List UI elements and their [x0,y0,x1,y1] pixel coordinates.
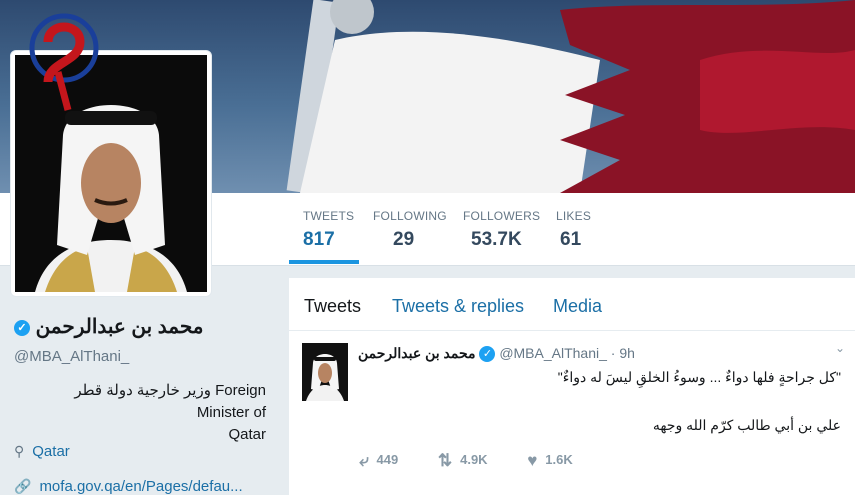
link-icon: 🔗 [14,478,32,494]
active-tab-indicator [289,260,359,264]
stat-value: 29 [393,229,415,250]
stat-tweets[interactable]: TWEETS 817 [303,209,354,251]
reply-count: 449 [376,452,399,467]
profile-website-link[interactable]: 🔗 mofa.gov.qa/en/Pages/defau... [14,478,243,495]
tweet-text-line: "كل جراحةٍ فلها دواءٌ ... وسوءُ الخلقِ ل… [557,369,841,385]
tweet-timestamp[interactable]: 9h [619,345,635,361]
tweet-avatar[interactable] [302,343,348,401]
stat-following[interactable]: FOLLOWING 29 [373,209,447,251]
tweet-author-handle[interactable]: @MBA_AlThani_ [499,345,607,361]
profile-bio: وزير خارجية دولة قطر Foreign Minister of… [44,380,266,446]
tab-media[interactable]: Media [553,296,602,317]
tweet-actions: ⤶ 449 ⇅ 4.9K ♥ 1.6K [359,451,609,471]
profile-location[interactable]: ⚲ Qatar [14,443,70,460]
tweet-separator: · [610,345,616,361]
reply-icon: ⤶ [359,451,369,470]
bio-line: Qatar [228,426,266,443]
stat-label: FOLLOWING [373,209,447,223]
reply-button[interactable]: ⤶ 449 [359,451,398,471]
retweet-count: 4.9K [460,452,488,467]
like-button[interactable]: ♥ 1.6K [527,451,573,471]
person-icon [302,343,348,401]
heart-icon: ♥ [527,451,538,470]
timeline: Tweets Tweets & replies Media محمد بن عب… [289,278,855,495]
tab-tweets[interactable]: Tweets [304,296,361,317]
website-text: mofa.gov.qa/en/Pages/defau... [39,478,243,495]
tweet-author-name[interactable]: محمد بن عبدالرحمن [358,345,476,361]
stat-label: LIKES [556,209,592,223]
stat-label: TWEETS [303,209,355,223]
retweet-icon: ⇅ [437,451,453,470]
stat-value: 817 [303,229,335,250]
verified-badge-icon: ✓ [479,346,496,363]
location-text: Qatar [32,443,70,460]
like-count: 1.6K [545,452,573,467]
chevron-down-icon[interactable]: ⌄ [835,341,845,355]
stat-value: 53.7K [471,229,522,250]
tweet-text-line: علي بن أبي طالب كرّم الله وجهه [652,417,841,433]
profile-name: محمد بن عبدالرحمن ✓ [14,314,203,339]
timeline-tabs: Tweets Tweets & replies Media [289,278,855,331]
retweet-button[interactable]: ⇅ 4.9K [438,451,488,471]
profile-handle: @MBA_AlThani_ [14,348,130,365]
tab-tweets-replies[interactable]: Tweets & replies [392,296,524,317]
location-pin-icon: ⚲ [14,443,25,459]
stat-likes[interactable]: LIKES 61 [556,209,591,251]
stat-value: 61 [560,229,582,250]
verified-badge-icon: ✓ [14,319,30,336]
stat-label: FOLLOWERS [463,209,541,223]
bio-line: وزير خارجية دولة قطر Foreign Minister of [74,382,266,421]
site-logo-icon [29,13,99,111]
tweet-header: محمد بن عبدالرحمن ✓ @MBA_AlThani_ · 9h [358,345,635,363]
tweet-item[interactable]: محمد بن عبدالرحمن ✓ @MBA_AlThani_ · 9h ⌄… [289,331,855,495]
stat-followers[interactable]: FOLLOWERS 53.7K [463,209,540,251]
profile-name-text: محمد بن عبدالرحمن [35,316,204,338]
